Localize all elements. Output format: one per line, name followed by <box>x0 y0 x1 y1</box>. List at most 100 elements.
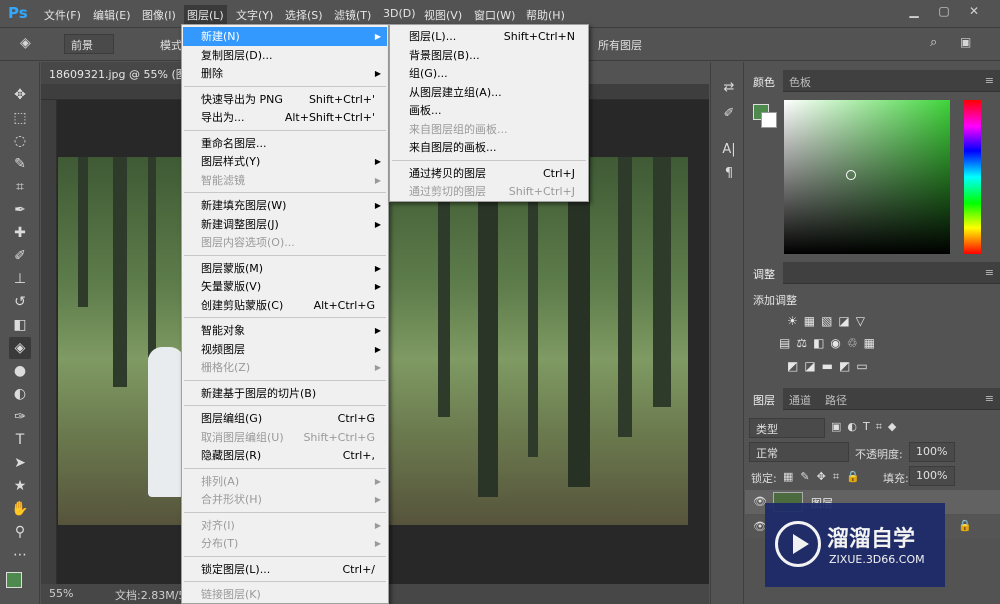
character-panel-icon[interactable]: A| <box>720 142 738 160</box>
add-adjustment-title: 添加调整 <box>753 294 797 307</box>
tab-layers[interactable]: 图层 <box>745 388 783 410</box>
layer-filter-select[interactable]: 类型 <box>749 418 825 438</box>
eraser-tool-icon[interactable]: ◧ <box>9 314 31 336</box>
menu-item[interactable]: 图层(L)... Shift+Ctrl+N <box>391 27 587 46</box>
menu-item[interactable]: 新建调整图层(J) ▶ <box>183 215 387 234</box>
maximize-icon[interactable]: ▢ <box>934 4 954 22</box>
paint-bucket-icon[interactable]: ◈ <box>20 35 31 51</box>
fill-source-select[interactable]: 前景 <box>64 34 114 54</box>
panel-menu-icon[interactable]: ≡ <box>985 74 994 87</box>
submenu-arrow-icon: ▶ <box>374 175 381 185</box>
bg-color-chip[interactable] <box>761 112 777 128</box>
paint-bucket-tool-icon[interactable]: ◈ <box>9 337 31 359</box>
menu-help[interactable]: 帮助(H) <box>526 7 565 23</box>
color-picker-field[interactable] <box>784 100 950 254</box>
adjustment-icons-row2[interactable]: ▤⚖◧◉♲▦ <box>779 336 881 350</box>
menu-item[interactable]: 通过拷贝的图层 Ctrl+J <box>391 164 587 183</box>
menu-type[interactable]: 文字(Y) <box>236 7 273 23</box>
menu-item[interactable]: 导出为... Alt+Shift+Ctrl+' <box>183 108 387 127</box>
zoom-tool-icon[interactable]: ⚲ <box>9 521 31 543</box>
menu-image[interactable]: 图像(I) <box>142 7 176 23</box>
opacity-input[interactable]: 100% <box>909 442 955 462</box>
hue-slider[interactable] <box>964 100 981 254</box>
tab-paths[interactable]: 路径 <box>817 388 855 410</box>
panel-menu-icon[interactable]: ≡ <box>985 392 994 405</box>
menu-item[interactable]: 来自图层的画板... <box>391 138 587 157</box>
hand-tool-icon[interactable]: ✋ <box>9 498 31 520</box>
menu-item[interactable]: 创建剪贴蒙版(C) Alt+Ctrl+G <box>183 296 387 315</box>
menu-file[interactable]: 文件(F) <box>44 7 81 23</box>
menu-item[interactable]: 背景图层(B)... <box>391 46 587 65</box>
menu-view[interactable]: 视图(V) <box>424 7 462 23</box>
menu-item[interactable]: 隐藏图层(R) Ctrl+, <box>183 446 387 465</box>
pen-tool-icon[interactable]: ✑ <box>9 406 31 428</box>
menu-layer[interactable]: 图层(L) <box>184 5 227 25</box>
menu-item[interactable]: 图层编组(G) Ctrl+G <box>183 409 387 428</box>
move-tool-icon[interactable]: ✥ <box>9 84 31 106</box>
adjustment-icons-row3[interactable]: ◩◪▬◩▭ <box>787 359 874 373</box>
menu-item[interactable]: 复制图层(D)... <box>183 46 387 65</box>
lock-icons[interactable]: ▦✎✥⌗🔒 <box>783 470 867 484</box>
menu-item[interactable]: 删除 ▶ <box>183 64 387 83</box>
menu-item[interactable]: 从图层建立组(A)... <box>391 83 587 102</box>
menu-edit[interactable]: 编辑(E) <box>93 7 131 23</box>
blur-tool-icon[interactable]: ● <box>9 360 31 382</box>
dodge-tool-icon[interactable]: ◐ <box>9 383 31 405</box>
foreground-color-swatch[interactable] <box>6 572 22 588</box>
menu-item[interactable]: 新建(N) ▶ <box>183 27 387 46</box>
search-icon[interactable]: ⌕ <box>930 35 937 50</box>
blend-mode-select[interactable]: 正常 <box>749 442 849 462</box>
minimize-icon[interactable]: ▁ <box>904 4 924 22</box>
healing-brush-icon[interactable]: ✚ <box>9 222 31 244</box>
menu-item[interactable]: 新建基于图层的切片(B) <box>183 384 387 403</box>
panel-menu-icon[interactable]: ≡ <box>985 266 994 279</box>
path-select-icon[interactable]: ➤ <box>9 452 31 474</box>
menu-separator <box>184 405 386 406</box>
tab-swatches[interactable]: 色板 <box>781 70 819 92</box>
menu-item[interactable]: 图层样式(Y) ▶ <box>183 152 387 171</box>
menu-3d[interactable]: 3D(D) <box>383 7 416 20</box>
menu-item[interactable]: 重命名图层... <box>183 134 387 153</box>
workspace-icon[interactable]: ▣ <box>960 35 971 49</box>
color-picker-handle[interactable] <box>846 170 856 180</box>
type-tool-icon[interactable]: T <box>9 429 31 451</box>
tab-adjustments[interactable]: 调整 <box>745 262 783 284</box>
paragraph-panel-icon[interactable]: ¶ <box>720 166 738 184</box>
menu-item-shortcut: Ctrl+/ <box>342 562 376 576</box>
lasso-tool-icon[interactable]: ◌ <box>9 130 31 152</box>
menu-item[interactable]: 锁定图层(L)... Ctrl+/ <box>183 560 387 579</box>
crop-tool-icon[interactable]: ⌗ <box>9 176 31 198</box>
lock-icon: 🔒 <box>958 519 972 532</box>
brush-tool-icon[interactable]: ✐ <box>9 245 31 267</box>
menu-item[interactable]: 矢量蒙版(V) ▶ <box>183 277 387 296</box>
menu-item[interactable]: 新建填充图层(W) ▶ <box>183 196 387 215</box>
history-panel-icon[interactable]: ⇄ <box>720 80 738 98</box>
fill-input[interactable]: 100% <box>909 466 955 486</box>
menu-item[interactable]: 组(G)... <box>391 64 587 83</box>
menu-item[interactable]: 图层蒙版(M) ▶ <box>183 259 387 278</box>
menu-separator <box>184 254 386 256</box>
all-layers-label[interactable]: 所有图层 <box>598 37 642 53</box>
close-icon[interactable]: ✕ <box>964 4 984 22</box>
tab-channels[interactable]: 通道 <box>781 388 819 410</box>
quick-select-icon[interactable]: ✎ <box>9 153 31 175</box>
layer-filter-icons[interactable]: ▣◐T⌗◆ <box>831 420 902 434</box>
marquee-tool-icon[interactable]: ⬚ <box>9 107 31 129</box>
menu-window[interactable]: 窗口(W) <box>474 7 515 23</box>
zoom-level[interactable]: 55% <box>49 587 73 600</box>
menu-item[interactable]: 智能对象 ▶ <box>183 321 387 340</box>
brush-preset-icon[interactable]: ✐ <box>720 106 738 124</box>
menu-item[interactable]: 画板... <box>391 101 587 120</box>
eyedropper-icon[interactable]: ✒ <box>9 199 31 221</box>
stamp-tool-icon[interactable]: ⊥ <box>9 268 31 290</box>
more-tools-icon[interactable]: ⋯ <box>9 544 31 566</box>
menu-select[interactable]: 选择(S) <box>285 7 323 23</box>
menu-separator <box>184 379 386 381</box>
shape-tool-icon[interactable]: ★ <box>9 475 31 497</box>
menu-filter[interactable]: 滤镜(T) <box>334 7 371 23</box>
menu-item[interactable]: 快速导出为 PNG Shift+Ctrl+' <box>183 90 387 109</box>
menu-item[interactable]: 视频图层 ▶ <box>183 340 387 359</box>
tab-color[interactable]: 颜色 <box>745 70 783 92</box>
adjustment-icons-row1[interactable]: ☀▦▧◪▽ <box>787 314 871 328</box>
history-brush-icon[interactable]: ↺ <box>9 291 31 313</box>
